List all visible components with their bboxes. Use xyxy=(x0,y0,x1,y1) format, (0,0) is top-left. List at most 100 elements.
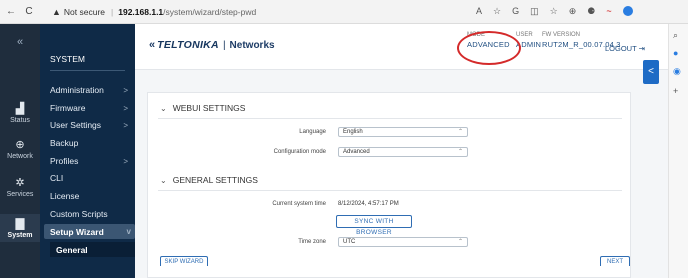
collections-icon[interactable]: ⊕ xyxy=(569,6,577,17)
extension-icon[interactable]: G xyxy=(512,6,519,17)
sidebar-item-profiles[interactable]: Profiles > xyxy=(50,154,132,168)
back-button[interactable]: ← xyxy=(4,6,18,17)
language-select[interactable]: English ⌃ xyxy=(338,127,468,137)
address-separator: | xyxy=(111,6,114,17)
address-bar[interactable]: ▲ Not secure | 192.168.1.1 /system/wizar… xyxy=(46,3,466,20)
sidebar-item-label: Administration xyxy=(50,85,104,95)
chevron-down-icon: v xyxy=(126,227,131,236)
nav-status-label: Status xyxy=(10,117,30,124)
warning-icon: ▲ xyxy=(52,6,61,17)
sidebar-item-administration[interactable]: Administration > xyxy=(50,83,132,97)
sidebar-item-label: Setup Wizard xyxy=(50,226,104,237)
logo-chevron-icon: « xyxy=(149,39,156,51)
search-icon[interactable]: ⌕ xyxy=(673,30,678,41)
main-content: « TELTONIKA | Networks MODE ADVANCED USE… xyxy=(135,24,668,278)
nav-services-label: Services xyxy=(6,191,34,198)
side-panel-toggle[interactable]: < xyxy=(643,60,659,84)
skip-wizard-button[interactable]: SKIP WIZARD xyxy=(160,256,208,266)
url-path: /system/wizard/step-pwd xyxy=(163,6,257,17)
time-zone-value: UTC xyxy=(343,239,356,245)
teltonika-logo[interactable]: « TELTONIKA | Networks xyxy=(149,39,275,51)
next-button[interactable]: NEXT xyxy=(600,256,630,266)
fw-label: FW VERSION xyxy=(542,32,581,38)
general-section-header[interactable]: ⌄ GENERAL SETTINGS xyxy=(160,175,258,185)
language-label: Language xyxy=(299,129,326,135)
config-mode-value: Advanced xyxy=(343,149,370,155)
sidebar-item-custom-scripts[interactable]: Custom Scripts xyxy=(50,207,132,221)
read-aloud-icon[interactable]: A xyxy=(476,6,482,17)
nav-status[interactable]: ▟ Status xyxy=(0,102,40,124)
caret-down-icon: ⌄ xyxy=(160,103,167,113)
logout-button[interactable]: LOGOUT ⇥ xyxy=(605,44,645,53)
config-mode-label: Configuration mode xyxy=(273,149,326,155)
sidebar-item-label: License xyxy=(50,191,80,201)
annotation-circle xyxy=(457,31,521,65)
browser-toolbar-icons: A ☆ G ◫ ☆ ⊕ ⚈ ~ xyxy=(476,6,633,17)
wizard-card: ⌄ WEBUI SETTINGS Language English ⌃ Conf… xyxy=(147,92,631,278)
logout-label: LOGOUT xyxy=(605,44,637,53)
nav-system[interactable]: ▇ System xyxy=(0,214,40,242)
browser-side-panel: ⌕ ● ◉ + xyxy=(668,24,688,278)
collapse-icon[interactable]: « xyxy=(0,36,40,48)
sidebar-app-icon[interactable]: ● xyxy=(673,48,678,58)
chart-bar-icon: ▟ xyxy=(15,103,25,115)
sidebar-item-label: Firmware xyxy=(50,103,86,113)
sidebar-item-cli[interactable]: CLI xyxy=(50,171,132,185)
sidebar-item-label: User Settings xyxy=(50,120,102,130)
nav-network[interactable]: ⊕ Network xyxy=(0,138,40,160)
chevron-right-icon: > xyxy=(123,156,128,166)
sidebar-item-license[interactable]: License xyxy=(50,189,132,203)
copilot-icon[interactable] xyxy=(622,6,633,16)
system-sidebar: SYSTEM Administration > Firmware > User … xyxy=(40,24,135,278)
logo-brand: TELTONIKA xyxy=(157,39,219,51)
user-label: USER xyxy=(516,32,533,38)
nav-system-label: System xyxy=(7,232,33,239)
sidebar-item-user-settings[interactable]: User Settings > xyxy=(50,118,132,132)
sidebar-item-label: Backup xyxy=(50,138,79,148)
caret-down-icon: ⌄ xyxy=(160,175,167,185)
webui-section-header[interactable]: ⌄ WEBUI SETTINGS xyxy=(160,103,245,113)
section-divider xyxy=(158,118,622,119)
page-header: « TELTONIKA | Networks MODE ADVANCED USE… xyxy=(135,24,668,70)
chevron-right-icon: > xyxy=(123,120,128,130)
sidebar-heading: SYSTEM xyxy=(50,54,125,71)
time-zone-label: Time zone xyxy=(298,239,326,245)
section-divider xyxy=(158,190,622,191)
sidebar-item-backup[interactable]: Backup xyxy=(50,136,132,150)
sidebar-item-firmware[interactable]: Firmware > xyxy=(50,101,132,115)
file-icon: ▇ xyxy=(15,218,25,230)
main-nav-iconbar: « ▟ Status ⊕ Network ✲ Services ▇ System xyxy=(0,24,40,278)
chevron-right-icon: > xyxy=(123,85,128,95)
profile-icon[interactable]: ⚈ xyxy=(587,6,595,17)
sidebar-app-icon-2[interactable]: ◉ xyxy=(673,66,681,77)
add-icon[interactable]: + xyxy=(673,86,678,96)
nav-network-label: Network xyxy=(7,153,33,160)
not-secure-label: Not secure xyxy=(63,6,106,17)
sync-with-browser-button[interactable]: SYNC WITH BROWSER xyxy=(336,215,412,236)
system-time-value: 8/12/2024, 4:57:17 PM xyxy=(338,201,399,207)
sidebar-item-setup-wizard[interactable]: Setup Wizard v xyxy=(44,224,135,239)
gear-icon: ✲ xyxy=(15,177,25,189)
sidebar-subitem-general[interactable]: General xyxy=(50,242,135,257)
app-frame: ← C ▲ Not secure | 192.168.1.1 /system/w… xyxy=(0,0,688,278)
sidebar-item-label: Profiles xyxy=(50,156,79,166)
time-zone-select[interactable]: UTC ⌃ xyxy=(338,237,468,247)
nav-services[interactable]: ✲ Services xyxy=(0,176,40,198)
logout-icon: ⇥ xyxy=(638,44,645,53)
language-value: English xyxy=(343,129,363,135)
config-mode-select[interactable]: Advanced ⌃ xyxy=(338,147,468,157)
favorite-icon[interactable]: ☆ xyxy=(493,6,501,17)
split-screen-icon[interactable]: ◫ xyxy=(530,6,539,17)
globe-icon: ⊕ xyxy=(15,139,25,151)
chevron-up-icon: ⌃ xyxy=(457,149,463,155)
webui-section-title: WEBUI SETTINGS xyxy=(172,103,246,113)
url-host: 192.168.1.1 xyxy=(118,6,164,17)
reload-button[interactable]: C xyxy=(22,6,36,17)
performance-icon[interactable]: ~ xyxy=(606,6,611,17)
chevron-up-icon: ⌃ xyxy=(457,129,463,135)
sidebar-item-label: Custom Scripts xyxy=(50,209,108,219)
favorites-bar-icon[interactable]: ☆ xyxy=(550,6,558,17)
logo-divider: | xyxy=(222,39,226,51)
sidebar-item-label: CLI xyxy=(50,173,64,183)
browser-toolbar: ← C ▲ Not secure | 192.168.1.1 /system/w… xyxy=(0,0,688,24)
